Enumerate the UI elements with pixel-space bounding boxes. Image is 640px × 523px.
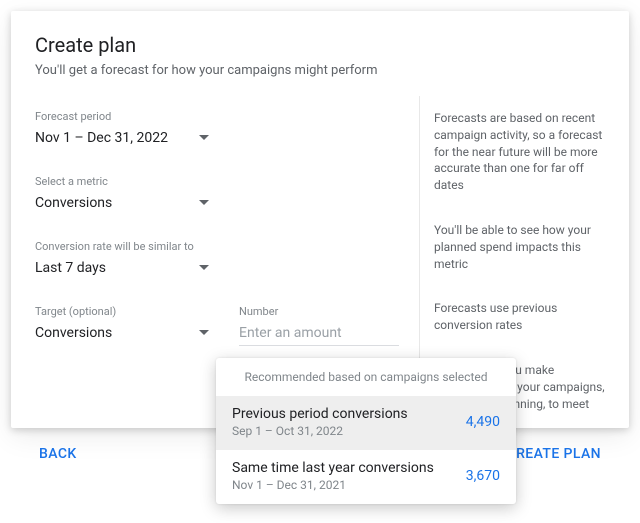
helper-conversion-rate: Forecasts use previous conversion rates	[434, 300, 615, 334]
option-title: Previous period conversions	[232, 406, 408, 422]
field-label: Forecast period	[35, 110, 215, 123]
page-title: Create plan	[35, 33, 605, 57]
recommendation-option-last-year[interactable]: Same time last year conversions Nov 1 – …	[216, 450, 516, 504]
forecast-period-select[interactable]: Nov 1 – Dec 31, 2022	[35, 127, 215, 151]
option-text: Same time last year conversions Nov 1 – …	[232, 460, 434, 492]
helper-metric: You'll be able to see how your planned s…	[434, 222, 615, 272]
popover-header: Recommended based on campaigns selected	[216, 358, 516, 396]
option-value: 3,670	[466, 468, 500, 484]
field-label: Select a metric	[35, 175, 215, 188]
forecast-period-field[interactable]: Forecast period Nov 1 – Dec 31, 2022	[35, 110, 215, 151]
dialog-header: Create plan You'll get a forecast for ho…	[11, 11, 629, 96]
input-placeholder: Enter an amount	[239, 325, 342, 341]
chevron-down-icon	[199, 200, 209, 205]
option-subtitle: Nov 1 – Dec 31, 2021	[232, 478, 434, 492]
target-select[interactable]: Conversions	[35, 322, 215, 346]
field-value-text: Conversions	[35, 325, 112, 341]
recommendation-option-previous-period[interactable]: Previous period conversions Sep 1 – Oct …	[216, 396, 516, 450]
field-value-text: Conversions	[35, 195, 112, 211]
back-button[interactable]: BACK	[25, 436, 91, 472]
field-label: Number	[239, 305, 399, 318]
chevron-down-icon	[199, 265, 209, 270]
target-row: Target (optional) Conversions Number Ent…	[35, 305, 399, 346]
option-title: Same time last year conversions	[232, 460, 434, 476]
helper-forecast-period: Forecasts are based on recent campaign a…	[434, 110, 615, 194]
metric-select[interactable]: Conversions	[35, 192, 215, 216]
option-subtitle: Sep 1 – Oct 31, 2022	[232, 424, 408, 438]
field-label: Conversion rate will be similar to	[35, 240, 265, 253]
recommendations-popover: Recommended based on campaigns selected …	[216, 358, 516, 504]
conversion-rate-select[interactable]: Last 7 days	[35, 257, 215, 281]
chevron-down-icon	[199, 135, 209, 140]
field-label: Target (optional)	[35, 305, 215, 318]
option-value: 4,490	[466, 414, 500, 430]
chevron-down-icon	[199, 330, 209, 335]
target-field[interactable]: Target (optional) Conversions	[35, 305, 215, 346]
conversion-rate-field[interactable]: Conversion rate will be similar to Last …	[35, 240, 265, 281]
number-field[interactable]: Number Enter an amount	[239, 305, 399, 346]
metric-field[interactable]: Select a metric Conversions	[35, 175, 215, 216]
number-input[interactable]: Enter an amount	[239, 322, 399, 346]
page-subtitle: You'll get a forecast for how your campa…	[35, 63, 605, 78]
option-text: Previous period conversions Sep 1 – Oct …	[232, 406, 408, 438]
field-value-text: Last 7 days	[35, 260, 106, 276]
field-value-text: Nov 1 – Dec 31, 2022	[35, 130, 168, 146]
